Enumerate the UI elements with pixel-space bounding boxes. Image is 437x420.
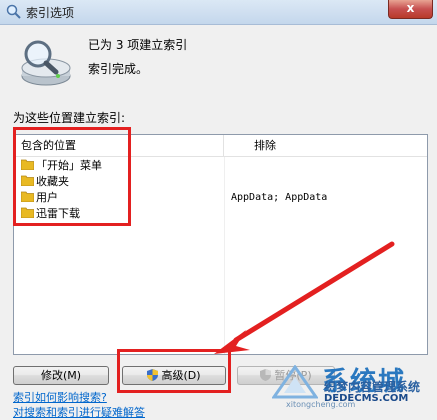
watermark-logo-icon [272,365,318,399]
modify-button[interactable]: 修改(M) [13,366,109,385]
uac-shield-icon [260,369,272,381]
annotation-box-advanced-button [117,349,231,393]
indexing-complete-icon [21,40,71,86]
column-divider [224,157,225,354]
column-header-excluded[interactable]: 排除 [224,135,427,157]
indexed-count-text: 已为 3 项建立索引 [88,38,188,52]
indexing-impact-link[interactable]: 索引如何影响搜索? [13,389,107,405]
indexing-options-icon [6,4,21,19]
close-button[interactable]: x [388,0,433,19]
title-bar: 索引选项 x [0,0,437,25]
watermark-url: xitongcheng.com [286,400,356,409]
locations-section-label: 为这些位置建立索引: [13,111,126,125]
indexing-status-text: 索引完成。 [88,62,149,76]
annotation-box-included-locations [13,127,131,226]
site-watermark: 系统城 织梦内容管理系统 DEDECMS.COM xitongcheng.com [272,363,434,411]
window-title: 索引选项 [26,6,75,20]
troubleshoot-link[interactable]: 对搜索和索引进行疑难解答 [13,404,145,420]
excluded-value-users: AppData; AppData [231,192,328,203]
